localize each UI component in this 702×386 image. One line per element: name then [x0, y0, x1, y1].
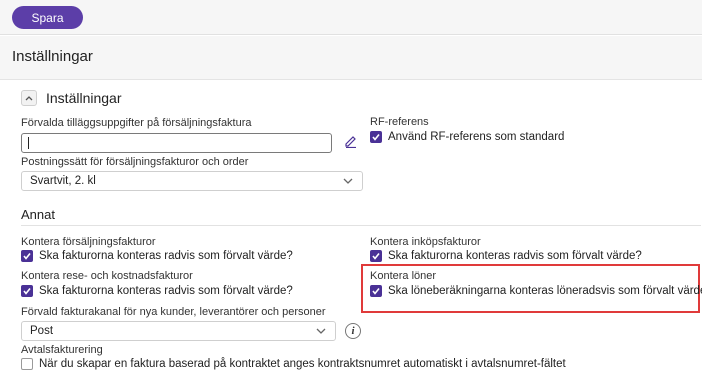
sales-checkbox-label: Ska fakturorna konteras radvis som förva… [39, 250, 293, 262]
checkmark-icon [372, 134, 380, 141]
chevron-down-icon [343, 178, 353, 184]
section-title: Inställningar [46, 90, 122, 106]
rf-checkbox-row[interactable]: Använd RF-referens som standard [370, 131, 564, 143]
checkmark-icon [23, 288, 31, 295]
channel-label: Förvald fakturakanal för nya kunder, lev… [21, 306, 326, 318]
rf-checkbox-label: Använd RF-referens som standard [388, 131, 565, 143]
posting-select[interactable]: Svartvit, 2. kl [21, 171, 363, 191]
salary-checkbox-row[interactable]: Ska löneberäkningarna konteras löneradsv… [370, 285, 702, 297]
edit-button[interactable] [344, 134, 358, 153]
purchase-checkbox-row[interactable]: Ska fakturorna konteras radvis som förva… [370, 250, 642, 262]
channel-select-value: Post [30, 325, 54, 337]
travel-checkbox[interactable] [21, 285, 33, 297]
purchase-checkbox[interactable] [370, 250, 382, 262]
agreement-checkbox-label: När du skapar en faktura baserad på kont… [39, 358, 566, 370]
save-button[interactable]: Spara [12, 6, 83, 29]
chevron-down-icon [316, 328, 326, 334]
checkmark-icon [372, 288, 380, 295]
info-icon[interactable]: i [345, 323, 361, 339]
purchase-label: Kontera inköpsfakturor [370, 236, 481, 248]
travel-label: Kontera rese- och kostnadsfakturor [21, 270, 193, 282]
agreement-checkbox-row[interactable]: När du skapar en faktura baserad på kont… [21, 358, 566, 370]
travel-checkbox-label: Ska fakturorna konteras radvis som förva… [39, 285, 293, 297]
sales-checkbox[interactable] [21, 250, 33, 262]
annat-title: Annat [21, 207, 55, 222]
salary-checkbox[interactable] [370, 285, 382, 297]
posting-label: Postningssätt för försäljningsfakturor o… [21, 156, 249, 168]
invoice-extra-input[interactable] [21, 133, 332, 153]
collapse-section-button[interactable] [21, 90, 37, 106]
salary-label: Kontera löner [370, 270, 437, 282]
page-header [0, 36, 702, 80]
salary-checkbox-label: Ska löneberäkningarna konteras löneradsv… [388, 285, 702, 297]
channel-select[interactable]: Post [21, 321, 336, 341]
page-title: Inställningar [12, 48, 93, 65]
pencil-icon [345, 136, 356, 149]
toolbar: Spara [0, 0, 702, 35]
checkmark-icon [23, 253, 31, 260]
travel-checkbox-row[interactable]: Ska fakturorna konteras radvis som förva… [21, 285, 293, 297]
posting-select-value: Svartvit, 2. kl [30, 175, 96, 187]
agreement-label: Avtalsfakturering [21, 344, 103, 356]
divider [21, 225, 701, 226]
chevron-up-icon [25, 96, 33, 101]
sales-label: Kontera försäljningsfakturor [21, 236, 156, 248]
checkmark-icon [372, 253, 380, 260]
agreement-checkbox[interactable] [21, 358, 33, 370]
purchase-checkbox-label: Ska fakturorna konteras radvis som förva… [388, 250, 642, 262]
invoice-extra-label: Förvalda tilläggsuppgifter på försäljnin… [21, 117, 252, 129]
text-caret [28, 137, 29, 149]
sales-checkbox-row[interactable]: Ska fakturorna konteras radvis som förva… [21, 250, 293, 262]
rf-label: RF-referens [370, 116, 429, 128]
rf-checkbox[interactable] [370, 131, 382, 143]
